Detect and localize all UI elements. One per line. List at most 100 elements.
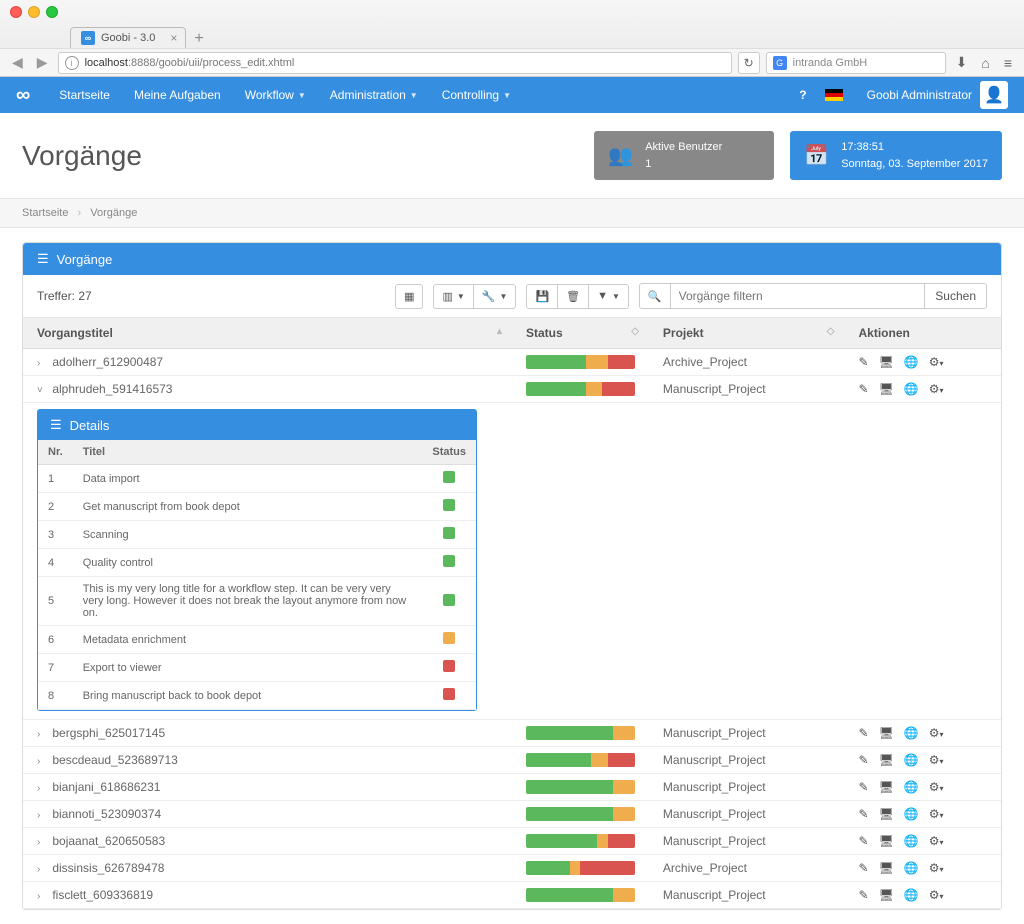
expand-icon[interactable]: › (37, 756, 47, 767)
url-field[interactable]: i localhost:8888/goobi/uii/process_edit.… (58, 52, 732, 74)
metadata-icon[interactable]: 🖥 (879, 753, 894, 767)
edit-icon[interactable]: ✎ (859, 726, 869, 740)
gear-icon[interactable]: ⚙▾ (929, 807, 944, 821)
globe-icon[interactable]: 🌐 (904, 753, 919, 767)
delete-filter-button[interactable]: 🗑 (558, 284, 589, 309)
window-close-button[interactable] (10, 6, 22, 18)
table-row[interactable]: › bianjani_618686231 Manuscript_Project … (23, 774, 1001, 801)
nav-controlling[interactable]: Controlling▼ (430, 77, 523, 113)
edit-icon[interactable]: ✎ (859, 888, 869, 902)
gear-icon[interactable]: ⚙▾ (929, 834, 944, 848)
site-info-icon[interactable]: i (65, 56, 79, 70)
edit-icon[interactable]: ✎ (859, 753, 869, 767)
gear-icon[interactable]: ⚙▾ (929, 382, 944, 396)
edit-icon[interactable]: ✎ (859, 355, 869, 369)
detail-row[interactable]: 8 Bring manuscript back to book depot (38, 682, 476, 710)
menu-icon[interactable]: ≡ (1000, 55, 1016, 71)
nav-back-icon[interactable]: ◀ (8, 54, 27, 71)
globe-icon[interactable]: 🌐 (904, 726, 919, 740)
expand-icon[interactable]: › (37, 837, 47, 848)
gear-icon[interactable]: ⚙▾ (929, 888, 944, 902)
window-minimize-button[interactable] (28, 6, 40, 18)
app-logo-icon[interactable]: ∞ (16, 84, 27, 107)
detail-row[interactable]: 7 Export to viewer (38, 654, 476, 682)
globe-icon[interactable]: 🌐 (904, 834, 919, 848)
expand-icon[interactable]: › (37, 864, 47, 875)
expand-icon[interactable]: ˅ (37, 385, 47, 396)
nav-workflow[interactable]: Workflow▼ (233, 77, 318, 113)
edit-icon[interactable]: ✎ (859, 861, 869, 875)
table-row[interactable]: › dissinsis_626789478 Archive_Project ✎ … (23, 855, 1001, 882)
filter-input[interactable] (671, 283, 926, 309)
metadata-icon[interactable]: 🖥 (879, 834, 894, 848)
language-flag-de-icon[interactable] (825, 89, 843, 101)
col-project[interactable]: Projekt◇ (649, 318, 845, 349)
expand-icon[interactable]: › (37, 810, 47, 821)
tab-close-icon[interactable]: × (170, 31, 177, 45)
detail-row[interactable]: 2 Get manuscript from book depot (38, 493, 476, 521)
table-row[interactable]: › fisclett_609336819 Manuscript_Project … (23, 882, 1001, 909)
metadata-icon[interactable]: 🖥 (879, 807, 894, 821)
search-button[interactable]: Suchen (925, 283, 987, 309)
nav-meine-aufgaben[interactable]: Meine Aufgaben (122, 77, 233, 113)
expand-icon[interactable]: › (37, 891, 47, 902)
detail-row[interactable]: 5 This is my very long title for a workf… (38, 577, 476, 626)
gear-icon[interactable]: ⚙▾ (929, 861, 944, 875)
edit-icon[interactable]: ✎ (859, 780, 869, 794)
active-users-card[interactable]: 👥 Aktive Benutzer 1 (594, 131, 774, 180)
metadata-icon[interactable]: 🖥 (879, 382, 894, 396)
user-menu[interactable]: Goobi Administrator 👤 (851, 81, 1008, 109)
browser-search[interactable]: G intranda GmbH (766, 52, 946, 74)
browser-tab[interactable]: ∞ Goobi - 3.0 × (70, 27, 186, 48)
gear-icon[interactable]: ⚙▾ (929, 726, 944, 740)
nav-administration[interactable]: Administration▼ (318, 77, 430, 113)
globe-icon[interactable]: 🌐 (904, 807, 919, 821)
metadata-icon[interactable]: 🖥 (879, 726, 894, 740)
window-maximize-button[interactable] (46, 6, 58, 18)
metadata-icon[interactable]: 🖥 (879, 780, 894, 794)
edit-icon[interactable]: ✎ (859, 807, 869, 821)
table-row[interactable]: › bescdeaud_523689713 Manuscript_Project… (23, 747, 1001, 774)
download-icon[interactable]: ⬇ (952, 54, 972, 71)
tools-button[interactable]: 🔧▼ (474, 284, 517, 309)
expand-icon[interactable]: › (37, 729, 47, 740)
view-grid-button[interactable]: ▦ (395, 284, 423, 309)
detail-row[interactable]: 3 Scanning (38, 521, 476, 549)
reload-button[interactable]: ↻ (738, 52, 760, 74)
edit-icon[interactable]: ✎ (859, 382, 869, 396)
gear-icon[interactable]: ⚙▾ (929, 753, 944, 767)
detail-row[interactable]: 4 Quality control (38, 549, 476, 577)
expand-icon[interactable]: › (37, 358, 47, 369)
save-filter-button[interactable]: 💾 (526, 284, 558, 309)
globe-icon[interactable]: 🌐 (904, 780, 919, 794)
table-row[interactable]: ˅ alphrudeh_591416573 Manuscript_Project… (23, 376, 1001, 403)
table-row[interactable]: › adolherr_612900487 Archive_Project ✎ 🖥… (23, 349, 1001, 376)
col-status[interactable]: Status◇ (512, 318, 649, 349)
home-icon[interactable]: ⌂ (977, 55, 993, 71)
nav-forward-icon[interactable]: ▶ (33, 54, 52, 71)
globe-icon[interactable]: 🌐 (904, 861, 919, 875)
globe-icon[interactable]: 🌐 (904, 382, 919, 396)
gear-icon[interactable]: ⚙▾ (929, 780, 944, 794)
filter-button[interactable]: ▼▼ (589, 284, 629, 309)
detail-row[interactable]: 1 Data import (38, 465, 476, 493)
col-title[interactable]: Vorgangstitel▴ (23, 318, 512, 349)
metadata-icon[interactable]: 🖥 (879, 888, 894, 902)
metadata-icon[interactable]: 🖥 (879, 355, 894, 369)
globe-icon[interactable]: 🌐 (904, 888, 919, 902)
nav-startseite[interactable]: Startseite (47, 77, 122, 113)
table-row[interactable]: › bergsphi_625017145 Manuscript_Project … (23, 720, 1001, 747)
edit-icon[interactable]: ✎ (859, 834, 869, 848)
globe-icon[interactable]: 🌐 (904, 355, 919, 369)
expand-icon[interactable]: › (37, 783, 47, 794)
new-tab-button[interactable]: + (186, 30, 211, 48)
detail-row[interactable]: 6 Metadata enrichment (38, 626, 476, 654)
gear-icon[interactable]: ⚙▾ (929, 355, 944, 369)
columns-button[interactable]: ▥▼ (433, 284, 473, 309)
table-row[interactable]: › biannoti_523090374 Manuscript_Project … (23, 801, 1001, 828)
metadata-icon[interactable]: 🖥 (879, 861, 894, 875)
breadcrumb-home[interactable]: Startseite (22, 207, 68, 219)
help-link[interactable]: ? (799, 88, 806, 102)
table-row[interactable]: › bojaanat_620650583 Manuscript_Project … (23, 828, 1001, 855)
search-icon-button[interactable]: 🔍 (639, 283, 671, 309)
